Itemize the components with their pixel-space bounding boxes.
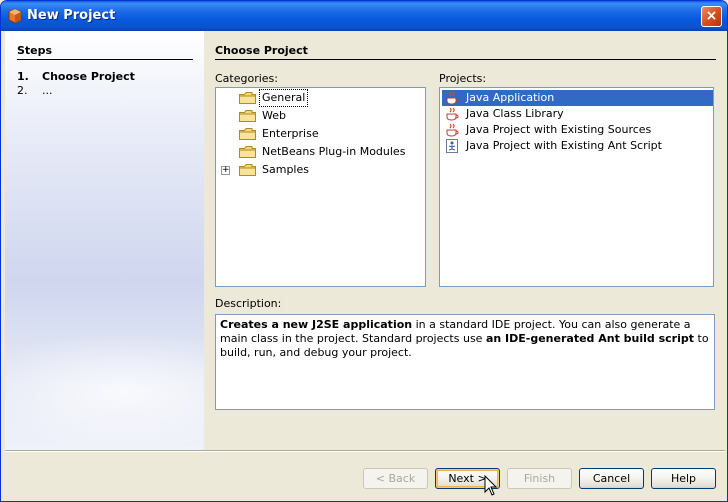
step-number: 2. [17,84,28,97]
projects-label: Projects: [439,72,487,85]
project-item-label: Java Class Library [466,107,564,120]
steps-panel: Steps 1. Choose Project 2.... [5,31,204,450]
categories-label: Categories: [215,72,278,85]
cancel-button[interactable]: Cancel [579,468,644,489]
tree-item-label: General [258,89,309,107]
title-divider [215,59,716,60]
java-cup-icon [446,107,459,121]
project-item-label: Java Project with Existing Ant Script [466,139,662,152]
project-item-label: Java Application [466,91,555,104]
project-item-java-application[interactable]: Java Application [442,90,713,106]
button-bar-divider-highlight [5,451,725,452]
expand-plus-icon[interactable]: + [221,166,230,175]
steps-divider [17,59,193,60]
categories-tree[interactable]: General Web Enterprise NetBeans Plug-in … [215,87,426,287]
description-bold-1: Creates a new J2SE application [220,318,413,331]
content-panel: Choose Project Categories: General Web E… [204,31,725,450]
help-button[interactable]: Help [651,468,716,489]
step-label: ... [42,84,53,97]
step-label: Choose Project [42,70,135,83]
step-item-next: 2.... [17,84,53,97]
tree-item-label: Samples [262,163,309,176]
back-button[interactable]: < Back [363,468,428,489]
tree-item-label: Enterprise [262,127,319,140]
folder-icon [239,128,256,140]
steps-heading: Steps [17,44,53,57]
java-cup-icon [446,123,459,137]
java-cup-icon [446,91,459,105]
description-bold-2: an IDE-generated Ant build script [485,332,695,345]
project-item-label: Java Project with Existing Sources [466,123,652,136]
step-item-choose-project: 1. Choose Project [17,70,135,83]
netbeans-app-icon [8,8,22,24]
description-text: Creates a new J2SE application in a stan… [215,314,715,410]
tree-item-label: Web [262,109,286,122]
finish-button[interactable]: Finish [507,468,572,489]
close-icon: × [705,8,718,24]
close-button[interactable]: × [701,6,722,27]
title-bar[interactable]: New Project × [1,1,727,31]
projects-list[interactable]: Java Application Java Class Library Java… [439,87,714,287]
description-label: Description: [215,297,282,310]
folder-icon [239,164,256,176]
folder-icon [239,110,256,122]
tree-item-label: NetBeans Plug-in Modules [262,145,406,158]
step-number: 1. [17,70,29,83]
page-title: Choose Project [215,44,308,57]
new-project-dialog: New Project × Steps 1. Choose Project 2..… [0,0,728,502]
folder-icon [239,92,256,104]
mouse-cursor-icon [484,475,498,496]
folder-icon [239,146,256,158]
ant-script-icon [446,139,458,153]
decorative-swoosh [5,331,204,450]
window-title: New Project [27,8,116,23]
